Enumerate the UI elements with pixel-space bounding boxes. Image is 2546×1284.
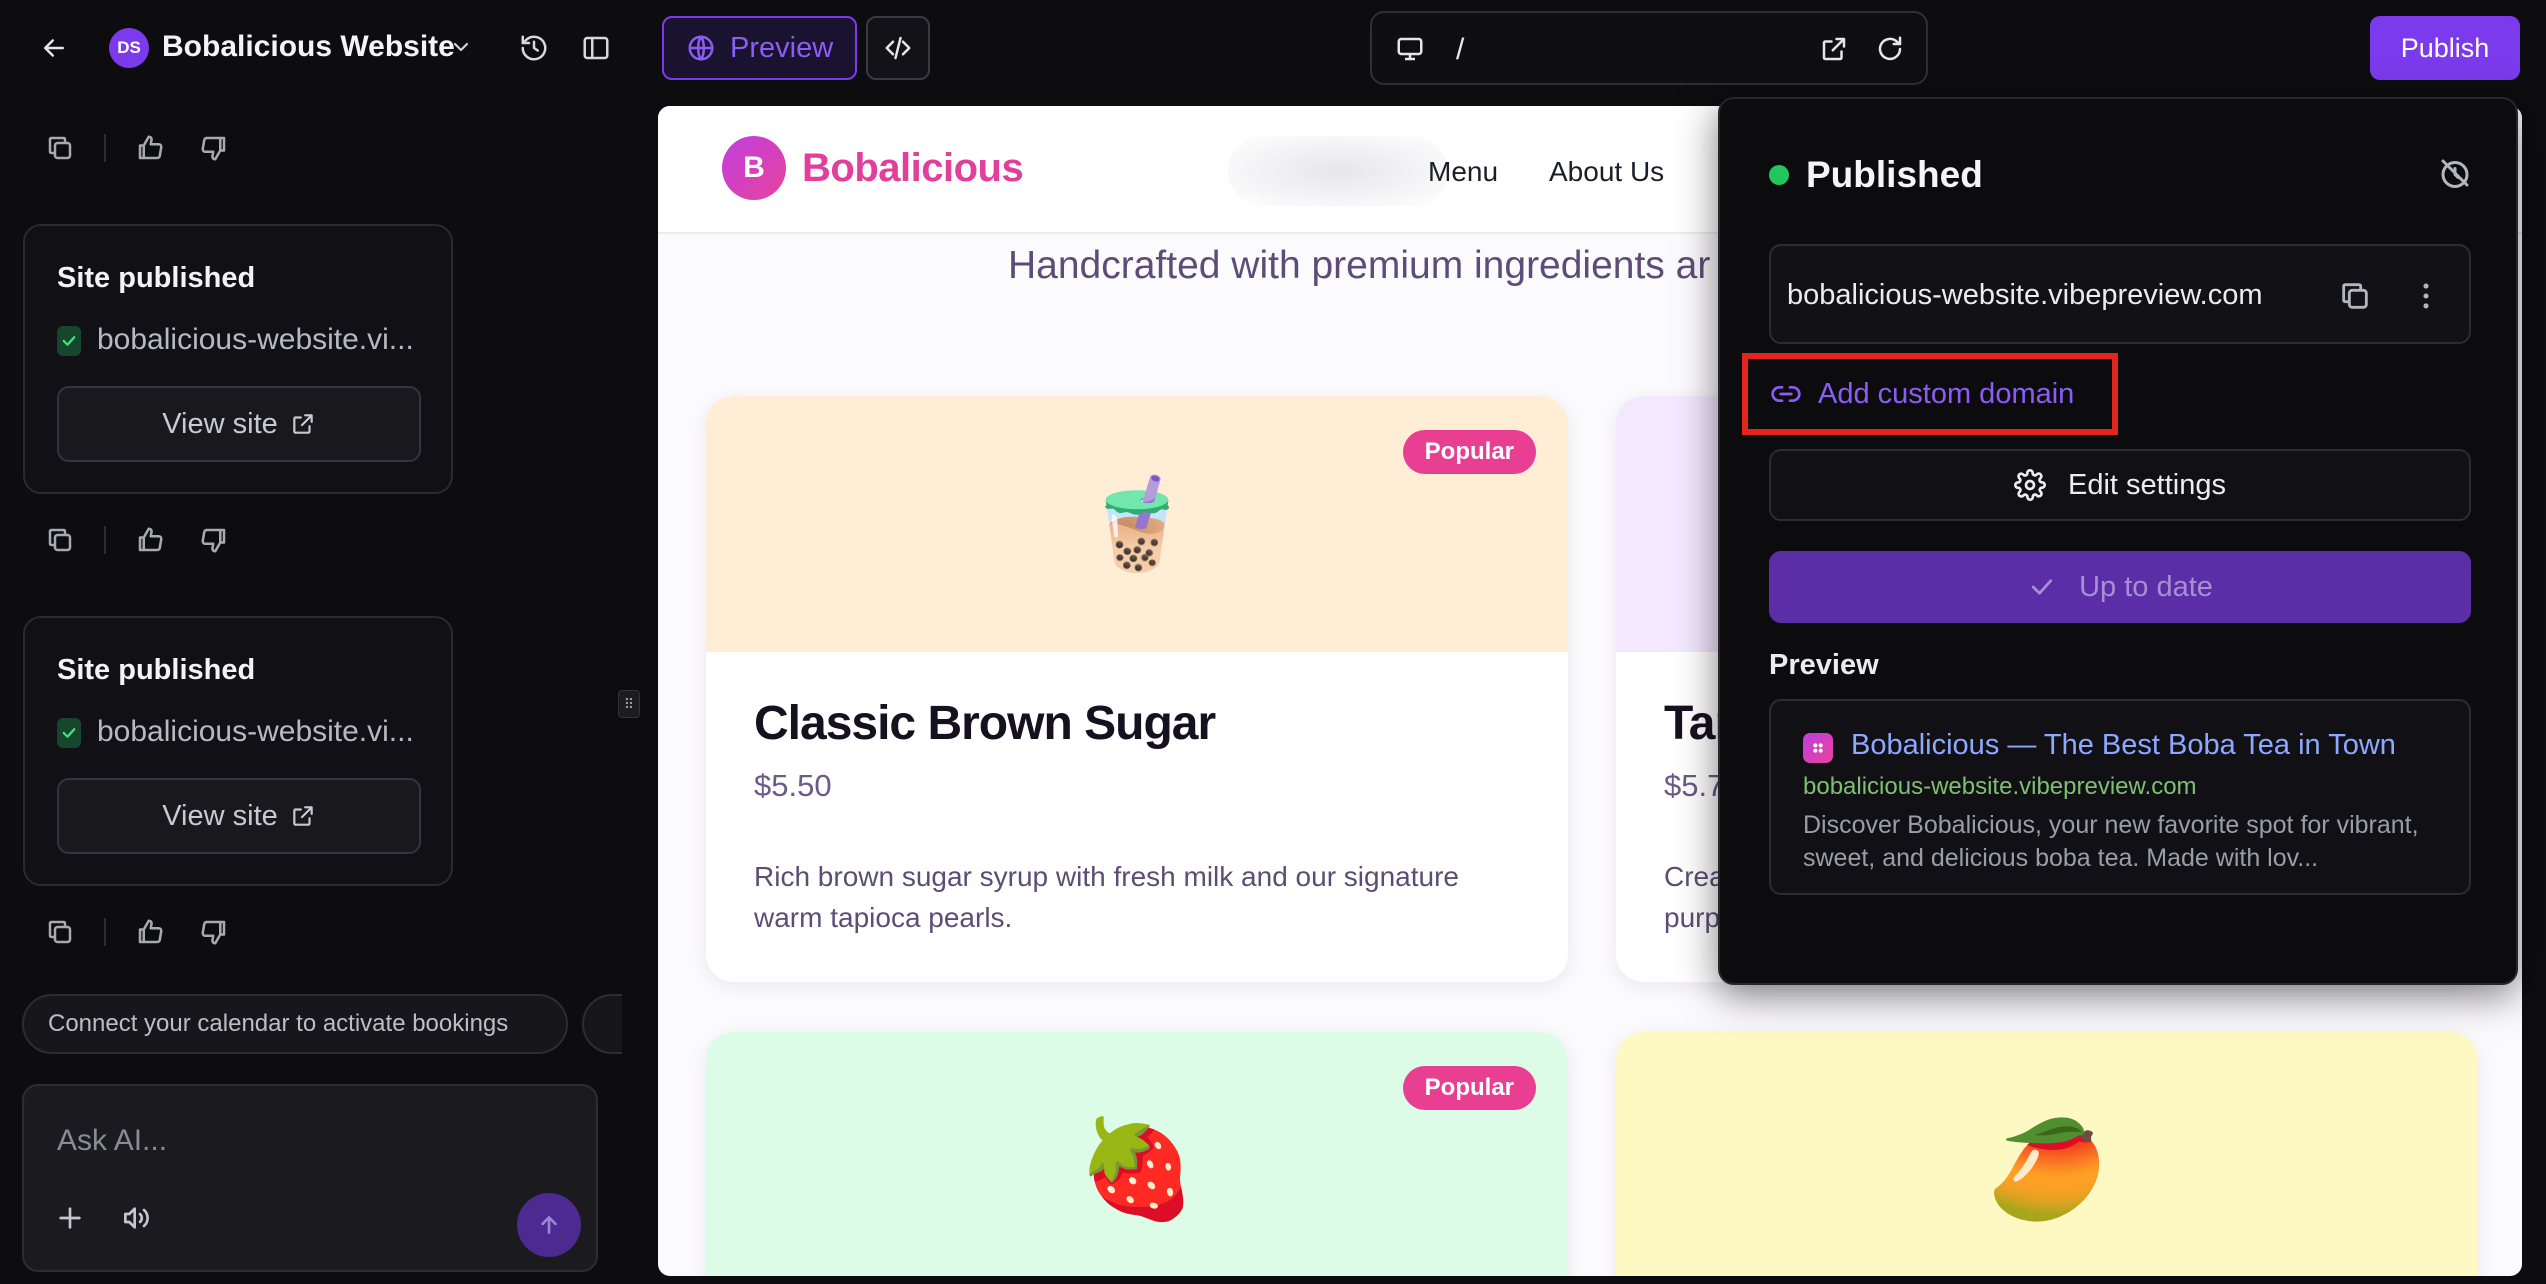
publish-status-title: Published [1806, 154, 1983, 195]
thumbs-up-icon[interactable] [128, 518, 172, 562]
preview-url: bobalicious-website.vibepreview.com [1803, 773, 2197, 800]
link-preview-card: Bobalicious — The Best Boba Tea in Town … [1769, 699, 2471, 895]
thumbs-down-icon[interactable] [192, 126, 236, 170]
external-link-icon [293, 414, 313, 434]
message-actions [38, 910, 236, 954]
url-bar[interactable]: / [1370, 11, 1928, 85]
copy-icon[interactable] [2338, 279, 2372, 313]
preview-button[interactable]: Preview [662, 16, 857, 80]
popular-badge: Popular [1402, 430, 1536, 474]
code-icon [885, 36, 911, 60]
mango-icon: 🥭 [1987, 1116, 2107, 1223]
menu-card[interactable]: 🍓 Popular [706, 1032, 1568, 1276]
publish-popover: Published bobalicious-website.vibeprevie… [1718, 97, 2518, 985]
check-icon [57, 326, 81, 356]
unpublish-icon[interactable] [2437, 155, 2473, 191]
check-icon [2031, 579, 2053, 595]
project-avatar[interactable]: DS [109, 28, 149, 68]
site-logo[interactable]: B [722, 136, 786, 200]
globe-icon [688, 35, 714, 61]
up-to-date-label: Up to date [2079, 570, 2213, 603]
card-domain[interactable]: bobalicious-website.vi... [97, 715, 414, 749]
voice-icon[interactable] [120, 1202, 152, 1234]
copy-icon[interactable] [38, 126, 82, 170]
url-path[interactable]: / [1456, 33, 1464, 67]
copy-icon[interactable] [38, 518, 82, 562]
site-brand[interactable]: Bobalicious [802, 146, 1024, 191]
preview-section-label: Preview [1769, 649, 1879, 681]
favicon-icon [1803, 733, 1833, 763]
nav-menu-link[interactable]: Menu [1428, 156, 1498, 188]
view-site-button[interactable]: View site [57, 386, 421, 462]
card-hero: 🥭 [1616, 1032, 2478, 1276]
sidebar-toggle-icon[interactable] [576, 28, 616, 68]
chevron-down-icon[interactable] [446, 32, 476, 62]
preview-button-label: Preview [730, 31, 834, 64]
refresh-icon[interactable] [1872, 31, 1908, 67]
preview-description: Discover Bobalicious, your new favorite … [1803, 811, 2419, 872]
open-external-icon[interactable] [1816, 31, 1852, 67]
published-domain[interactable]: bobalicious-website.vibepreview.com [1787, 279, 2263, 312]
arrow-up-icon [541, 1216, 557, 1234]
send-button[interactable] [517, 1193, 581, 1257]
desktop-icon[interactable] [1392, 31, 1428, 67]
panel-resize-handle[interactable]: ⠿ [618, 690, 640, 718]
card-price: $5.50 [754, 768, 832, 803]
thumbs-up-icon[interactable] [128, 910, 172, 954]
card-hero: 🧋 Popular [706, 396, 1568, 652]
status-dot [1769, 165, 1789, 185]
thumbs-down-icon[interactable] [192, 910, 236, 954]
up-to-date-button[interactable]: Up to date [1769, 551, 2471, 623]
top-bar: DS Bobalicious Website Preview / Publish [0, 0, 2546, 96]
publish-button[interactable]: Publish [2370, 16, 2520, 80]
plus-icon[interactable] [54, 1202, 86, 1234]
ask-ai-input[interactable]: Ask AI... [22, 1084, 598, 1272]
menu-card[interactable]: 🥭 [1616, 1032, 2478, 1276]
gear-icon [2014, 469, 2046, 501]
card-price: $5.7 [1664, 768, 1725, 803]
thumbs-down-icon[interactable] [192, 518, 236, 562]
add-custom-domain-link[interactable]: Add custom domain [1742, 353, 2118, 435]
divider [104, 918, 106, 946]
thumbs-up-icon[interactable] [128, 126, 172, 170]
check-icon [57, 718, 81, 748]
history-icon[interactable] [514, 28, 554, 68]
card-hero: 🍓 Popular [706, 1032, 1568, 1276]
card-domain[interactable]: bobalicious-website.vi... [97, 323, 414, 357]
project-name[interactable]: Bobalicious Website [162, 30, 455, 64]
add-custom-domain-label: Add custom domain [1818, 377, 2075, 410]
view-site-label: View site [162, 799, 278, 832]
menu-card[interactable]: 🧋 Popular Classic Brown Sugar $5.50 Rich… [706, 396, 1568, 982]
message-actions [38, 126, 236, 170]
edit-settings-label: Edit settings [2068, 468, 2226, 501]
published-domain-field[interactable]: bobalicious-website.vibepreview.com [1769, 244, 2471, 344]
copy-icon[interactable] [38, 910, 82, 954]
card-title: Site published [57, 654, 256, 686]
preview-title[interactable]: Bobalicious — The Best Boba Tea in Town [1851, 729, 2396, 762]
more-vertical-icon[interactable] [2409, 279, 2443, 313]
site-published-card: Site published bobalicious-website.vi...… [23, 616, 453, 886]
message-actions [38, 518, 236, 562]
card-name: Classic Brown Sugar [754, 697, 1216, 750]
card-description: Rich brown sugar syrup with fresh milk a… [754, 861, 1459, 933]
suggestion-chip[interactable]: Connect your calendar to activate bookin… [22, 994, 568, 1054]
ask-ai-placeholder[interactable]: Ask AI... [57, 1124, 167, 1158]
view-site-label: View site [162, 407, 278, 440]
site-tagline: Handcrafted with premium ingredients ar [1008, 244, 1711, 287]
popular-badge: Popular [1402, 1066, 1536, 1110]
divider [104, 526, 106, 554]
bubble-tea-icon: 🧋 [1080, 474, 1194, 575]
card-title: Site published [57, 262, 256, 294]
view-site-button[interactable]: View site [57, 778, 421, 854]
divider [104, 134, 106, 162]
external-link-icon [293, 806, 313, 826]
code-view-button[interactable] [866, 16, 930, 80]
nav-about-link[interactable]: About Us [1549, 156, 1664, 188]
blurred-decoration [1228, 136, 1448, 206]
site-published-card: Site published bobalicious-website.vi...… [23, 224, 453, 494]
back-arrow-icon[interactable] [34, 28, 74, 68]
link-icon [1771, 386, 1801, 402]
strawberry-icon: 🍓 [1077, 1116, 1197, 1223]
edit-settings-button[interactable]: Edit settings [1769, 449, 2471, 521]
